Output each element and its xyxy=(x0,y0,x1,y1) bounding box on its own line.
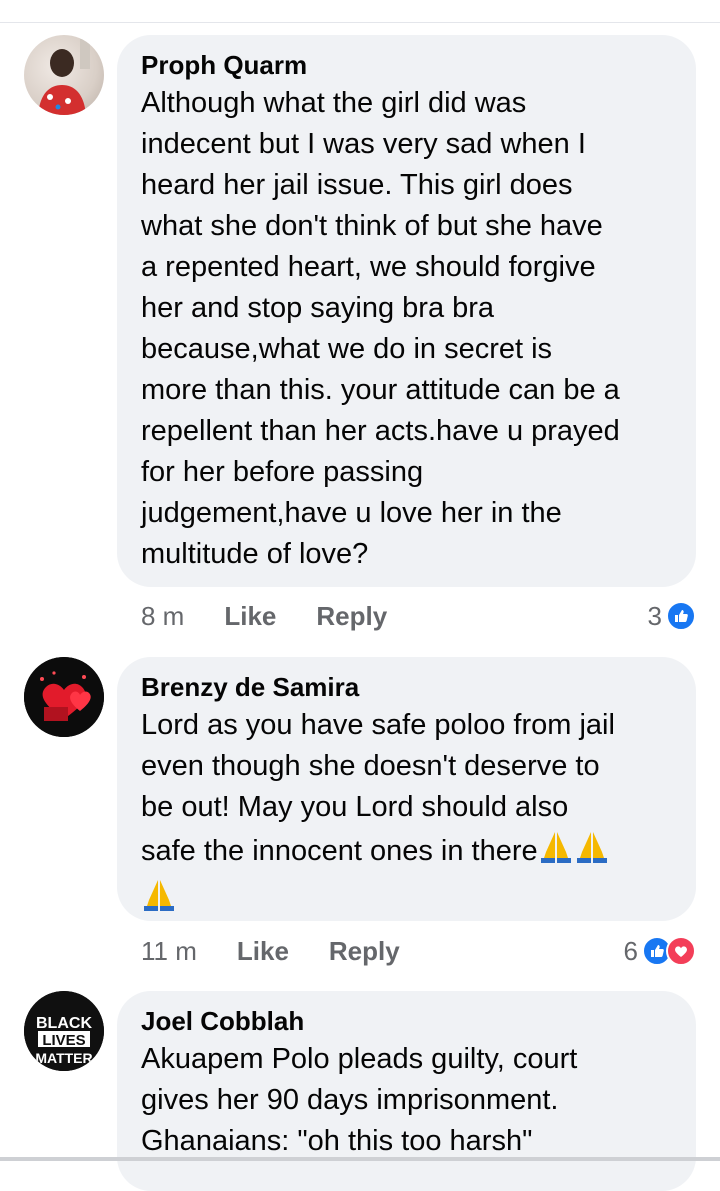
svg-text:LIVES: LIVES xyxy=(42,1032,85,1049)
svg-text:BLACK: BLACK xyxy=(36,1015,92,1032)
avatar[interactable] xyxy=(24,35,104,115)
reaction-count: 3 xyxy=(647,600,662,631)
like-button[interactable]: Like xyxy=(237,936,289,967)
reaction-summary[interactable]: 3 xyxy=(648,596,696,636)
comment-bubble: Brenzy de Samira Lord as you have safe p… xyxy=(117,657,696,921)
comment-text: Although what the girl did was indecent … xyxy=(141,87,620,570)
avatar[interactable]: BLACK LIVES MATTER xyxy=(24,991,104,1071)
reply-button[interactable]: Reply xyxy=(329,936,400,967)
profile-photo-icon xyxy=(38,39,90,115)
comment-author[interactable]: Proph Quarm xyxy=(141,49,672,81)
folded-hands-icon xyxy=(574,828,610,876)
comment-bubble: Joel Cobblah Akuapem Polo pleads guilty,… xyxy=(117,991,696,1191)
black-lives-matter-logo: BLACK LIVES MATTER xyxy=(24,991,104,1071)
comment-text: Akuapem Polo pleads guilty, court gives … xyxy=(141,1043,578,1157)
reaction-count: 6 xyxy=(623,935,638,966)
comment-text-container: Lord as you have safe poloo from jail ev… xyxy=(141,705,672,924)
reaction-summary[interactable]: 6 xyxy=(624,931,696,971)
bottom-bar xyxy=(0,1157,720,1161)
comment-time[interactable]: 11 m xyxy=(141,936,197,967)
heart-box-icon xyxy=(24,657,104,737)
folded-hands-icon xyxy=(538,828,574,876)
love-icon xyxy=(666,936,696,966)
comment-actions: 11 m Like Reply xyxy=(141,931,400,971)
comment-actions: 8 m Like Reply xyxy=(141,596,387,636)
svg-text:MATTER: MATTER xyxy=(35,1050,92,1066)
avatar[interactable] xyxy=(24,657,104,737)
like-button[interactable]: Like xyxy=(224,601,276,632)
comment-bubble: Proph Quarm Although what the girl did w… xyxy=(117,35,696,587)
folded-hands-icon xyxy=(141,876,177,924)
comment-author[interactable]: Joel Cobblah xyxy=(141,1005,672,1037)
top-divider xyxy=(0,0,720,23)
reply-button[interactable]: Reply xyxy=(316,601,387,632)
like-icon xyxy=(666,601,696,631)
comment-author[interactable]: Brenzy de Samira xyxy=(141,671,672,703)
comment-time[interactable]: 8 m xyxy=(141,601,184,632)
